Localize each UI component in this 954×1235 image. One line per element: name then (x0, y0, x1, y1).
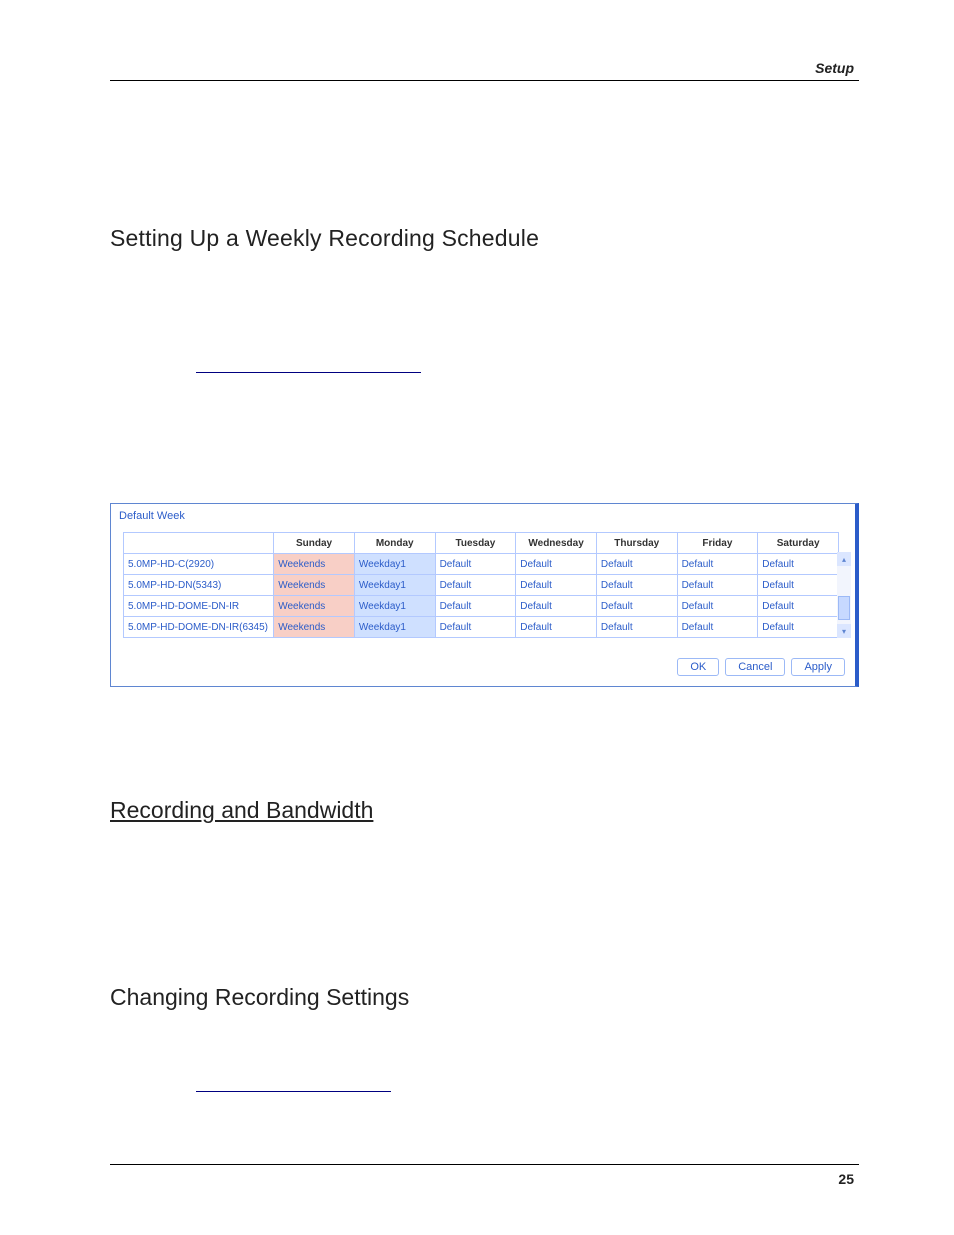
schedule-cell[interactable]: Weekends (274, 554, 355, 575)
schedule-cell[interactable]: Default (758, 554, 839, 575)
schedule-grid-wrap: Sunday Monday Tuesday Wednesday Thursday… (111, 532, 855, 652)
document-page: Setup Setting Up a Weekly Recording Sche… (0, 0, 954, 1235)
table-row: 5.0MP-HD-DN(5343) Weekends Weekday1 Defa… (124, 575, 839, 596)
vertical-scrollbar[interactable]: ▴ ▾ (837, 552, 851, 638)
schedule-cell[interactable]: Weekends (274, 575, 355, 596)
schedule-cell[interactable]: Weekends (274, 617, 355, 638)
col-header-tuesday[interactable]: Tuesday (435, 533, 516, 554)
table-row: 5.0MP-HD-C(2920) Weekends Weekday1 Defau… (124, 554, 839, 575)
schedule-cell[interactable]: Default (596, 554, 677, 575)
schedule-cell[interactable]: Default (596, 575, 677, 596)
header-section-label: Setup (815, 60, 854, 76)
schedule-cell[interactable]: Default (758, 596, 839, 617)
schedule-cell[interactable]: Default (516, 554, 597, 575)
schedule-cell[interactable]: Default (435, 596, 516, 617)
schedule-cell[interactable]: Default (435, 554, 516, 575)
page-number: 25 (838, 1171, 854, 1187)
camera-name-cell[interactable]: 5.0MP-HD-DN(5343) (124, 575, 274, 596)
heading-weekly-schedule: Setting Up a Weekly Recording Schedule (110, 225, 859, 252)
schedule-cell[interactable]: Default (435, 575, 516, 596)
camera-name-cell[interactable]: 5.0MP-HD-DOME-DN-IR(6345) (124, 617, 274, 638)
ok-button[interactable]: OK (677, 658, 719, 676)
schedule-cell[interactable]: Weekday1 (354, 596, 435, 617)
col-header-wednesday[interactable]: Wednesday (516, 533, 597, 554)
schedule-cell[interactable]: Default (677, 596, 758, 617)
col-header-blank (124, 533, 274, 554)
col-header-friday[interactable]: Friday (677, 533, 758, 554)
schedule-cell[interactable]: Weekday1 (354, 554, 435, 575)
header-rule (110, 80, 859, 81)
apply-button[interactable]: Apply (791, 658, 845, 676)
schedule-cell[interactable]: Default (677, 575, 758, 596)
camera-name-cell[interactable]: 5.0MP-HD-C(2920) (124, 554, 274, 575)
schedule-cell[interactable]: Weekday1 (354, 617, 435, 638)
heading-changing-recording-settings: Changing Recording Settings (110, 984, 859, 1011)
schedule-cell[interactable]: Default (516, 575, 597, 596)
col-header-thursday[interactable]: Thursday (596, 533, 677, 554)
schedule-table: Sunday Monday Tuesday Wednesday Thursday… (123, 532, 839, 638)
table-row: 5.0MP-HD-DOME-DN-IR(6345) Weekends Weekd… (124, 617, 839, 638)
table-row: 5.0MP-HD-DOME-DN-IR Weekends Weekday1 De… (124, 596, 839, 617)
scroll-down-arrow-icon[interactable]: ▾ (837, 624, 851, 638)
link-underline-placeholder-1 (196, 372, 421, 373)
heading-recording-bandwidth: Recording and Bandwidth (110, 797, 859, 824)
body-content: Setting Up a Weekly Recording Schedule D… (110, 225, 859, 1092)
link-underline-placeholder-2 (196, 1091, 391, 1092)
schedule-cell[interactable]: Default (677, 617, 758, 638)
footer-rule (110, 1164, 859, 1165)
cancel-button[interactable]: Cancel (725, 658, 785, 676)
schedule-cell[interactable]: Weekday1 (354, 575, 435, 596)
col-header-sunday[interactable]: Sunday (274, 533, 355, 554)
panel-title: Default Week (111, 504, 855, 532)
scroll-up-arrow-icon[interactable]: ▴ (837, 552, 851, 566)
col-header-saturday[interactable]: Saturday (758, 533, 839, 554)
default-week-panel: Default Week Sunday Monday Tuesday Wedne… (110, 503, 859, 687)
schedule-cell[interactable]: Default (758, 617, 839, 638)
dialog-button-row: OK Cancel Apply (111, 652, 855, 686)
schedule-cell[interactable]: Default (758, 575, 839, 596)
col-header-monday[interactable]: Monday (354, 533, 435, 554)
schedule-cell[interactable]: Default (596, 617, 677, 638)
schedule-cell[interactable]: Default (596, 596, 677, 617)
scroll-thumb[interactable] (838, 596, 850, 620)
schedule-cell[interactable]: Weekends (274, 596, 355, 617)
schedule-cell[interactable]: Default (435, 617, 516, 638)
table-header-row: Sunday Monday Tuesday Wednesday Thursday… (124, 533, 839, 554)
schedule-cell[interactable]: Default (677, 554, 758, 575)
schedule-cell[interactable]: Default (516, 596, 597, 617)
schedule-cell[interactable]: Default (516, 617, 597, 638)
camera-name-cell[interactable]: 5.0MP-HD-DOME-DN-IR (124, 596, 274, 617)
